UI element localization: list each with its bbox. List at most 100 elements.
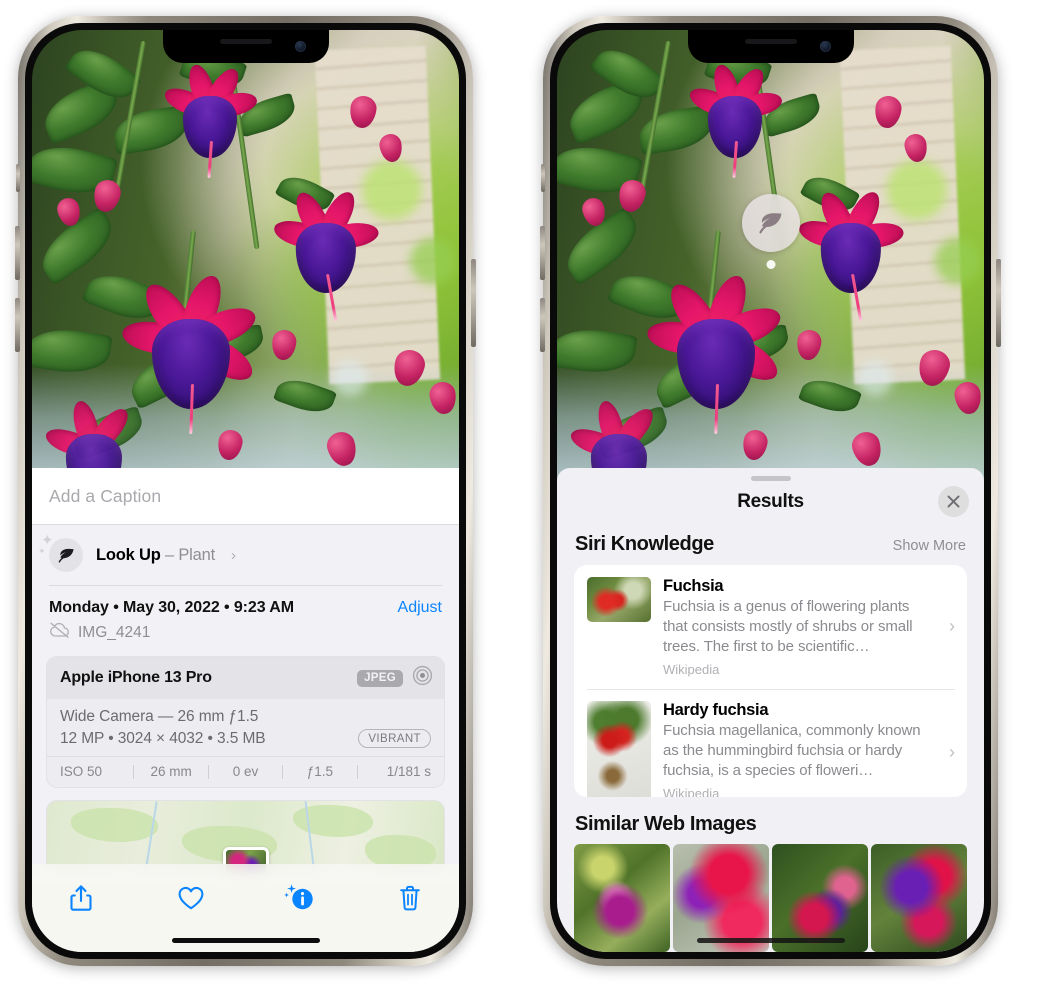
camera-card-header: Apple iPhone 13 Pro JPEG <box>47 657 444 699</box>
leaf-icon: ✦ ✦ <box>38 533 83 572</box>
right-phone-device: Results Siri Knowledge Show More Fuchsia… <box>540 16 1001 966</box>
knowledge-thumbnail <box>587 576 651 622</box>
siri-knowledge-header: Siri Knowledge Show More <box>557 523 984 565</box>
camera-model: Apple iPhone 13 Pro <box>60 669 212 686</box>
knowledge-card[interactable]: Hardy fuchsia Fuchsia magellanica, commo… <box>574 688 967 797</box>
volume-down-button[interactable] <box>540 298 545 352</box>
exif-aperture: ƒ1.5 <box>306 764 334 779</box>
home-indicator[interactable] <box>696 938 845 943</box>
knowledge-thumbnail <box>587 700 651 797</box>
knowledge-description: Fuchsia magellanica, commonly known as t… <box>663 721 921 779</box>
adjust-button[interactable]: Adjust <box>398 599 442 617</box>
knowledge-card-body: Fuchsia Fuchsia is a genus of flowering … <box>663 577 937 677</box>
fuchsia-flower <box>268 168 384 322</box>
delete-button[interactable] <box>387 878 433 918</box>
knowledge-card[interactable]: Fuchsia Fuchsia is a genus of flowering … <box>574 565 967 689</box>
similar-web-images-row[interactable] <box>557 840 984 952</box>
volume-up-button[interactable] <box>540 226 545 280</box>
right-phone-bezel: Results Siri Knowledge Show More Fuchsia… <box>550 23 991 959</box>
photo-viewer[interactable] <box>557 30 984 482</box>
exif-exposure-value: 0 ev <box>232 764 259 779</box>
cloud-slash-icon <box>49 622 70 643</box>
exif-iso: ISO 50 <box>60 764 103 779</box>
power-button[interactable] <box>471 259 476 347</box>
knowledge-source: Wikipedia <box>663 785 720 797</box>
notch <box>687 30 854 63</box>
map-green-area <box>70 808 159 842</box>
bokeh <box>935 238 981 284</box>
show-more-button[interactable]: Show More <box>893 538 966 554</box>
share-button[interactable] <box>58 878 104 918</box>
filename-row: IMG_4241 <box>32 619 459 656</box>
look-up-label: Look Up – Plant <box>96 546 215 565</box>
photo-filename: IMG_4241 <box>78 623 151 641</box>
bokeh <box>410 238 456 284</box>
look-up-action: Look Up <box>96 545 161 564</box>
image-size-info: 12 MP • 3024 × 4032 • 3.5 MB <box>60 729 266 747</box>
photo-viewer[interactable] <box>32 30 459 482</box>
exif-focal-length: 26 mm <box>150 764 192 779</box>
fuchsia-flower <box>40 382 148 482</box>
fuchsia-flower <box>641 248 791 435</box>
look-up-separator: – <box>160 545 179 564</box>
info-button[interactable] <box>277 878 323 918</box>
web-image-thumbnail[interactable] <box>574 844 670 952</box>
knowledge-card-body: Hardy fuchsia Fuchsia magellanica, commo… <box>663 701 937 797</box>
close-icon[interactable] <box>938 485 969 517</box>
chevron-right-icon: › <box>230 546 236 564</box>
earpiece-speaker <box>744 39 797 44</box>
results-sheet: Results Siri Knowledge Show More Fuchsia… <box>557 468 984 952</box>
format-badge: JPEG <box>357 669 403 687</box>
look-up-row[interactable]: ✦ ✦ Look Up – Plant › <box>32 525 459 586</box>
knowledge-title: Fuchsia <box>663 576 724 595</box>
right-phone-screen: Results Siri Knowledge Show More Fuchsia… <box>557 30 984 952</box>
photographic-style-badge: VIBRANT <box>358 729 431 748</box>
front-camera-icon <box>294 41 306 52</box>
silent-switch[interactable] <box>16 164 20 192</box>
home-indicator[interactable] <box>171 938 320 943</box>
knowledge-description: Fuchsia is a genus of flowering plants t… <box>663 597 913 655</box>
results-title: Results <box>737 490 804 512</box>
lens-info: Wide Camera — 26 mm ƒ1.5 <box>60 708 259 725</box>
exif-row: ISO 50 26 mm 0 ev ƒ1.5 1/181 s <box>47 756 444 787</box>
sparkle-icon: ✦ <box>38 546 46 556</box>
siri-knowledge-cards: Fuchsia Fuchsia is a genus of flowering … <box>574 564 967 797</box>
power-button[interactable] <box>996 259 1001 347</box>
notch <box>162 30 329 63</box>
screenshot-stage: Add a Caption ✦ ✦ Look Up – Plant › Mond… <box>0 0 1055 985</box>
look-up-marker-dot <box>766 260 775 269</box>
camera-card-body: Wide Camera — 26 mm ƒ1.5 12 MP • 3024 × … <box>47 699 444 756</box>
caption-input-row[interactable]: Add a Caption <box>32 468 459 525</box>
caption-input[interactable]: Add a Caption <box>49 486 161 507</box>
front-camera-icon <box>819 41 831 52</box>
similar-web-images-header: Similar Web Images <box>557 797 984 840</box>
silent-switch[interactable] <box>541 164 545 192</box>
look-up-subject: Plant <box>178 545 215 564</box>
camera-info-card[interactable]: Apple iPhone 13 Pro JPEG Wide Camera — 2… <box>46 656 445 788</box>
web-image-thumbnail[interactable] <box>871 844 967 952</box>
knowledge-source: Wikipedia <box>663 661 720 677</box>
volume-down-button[interactable] <box>15 298 20 352</box>
favorite-button[interactable] <box>168 878 214 918</box>
exif-shutter-speed: 1/181 s <box>386 764 432 779</box>
web-image-thumbnail[interactable] <box>673 844 769 952</box>
web-image-thumbnail[interactable] <box>772 844 868 952</box>
left-phone-device: Add a Caption ✦ ✦ Look Up – Plant › Mond… <box>15 16 476 966</box>
look-up-marker-button[interactable] <box>741 194 800 252</box>
photo-date: Monday • May 30, 2022 • 9:23 AM <box>49 599 294 616</box>
volume-up-button[interactable] <box>15 226 20 280</box>
chevron-right-icon: › <box>949 616 955 637</box>
size-row: 12 MP • 3024 × 4032 • 3.5 MB VIBRANT <box>60 729 431 748</box>
bokeh <box>332 360 368 396</box>
bokeh <box>857 360 893 396</box>
earpiece-speaker <box>219 39 272 44</box>
left-phone-bezel: Add a Caption ✦ ✦ Look Up – Plant › Mond… <box>25 23 466 959</box>
fuchsia-flower <box>116 248 266 435</box>
aperture-icon <box>412 665 433 691</box>
fuchsia-flower <box>793 168 909 322</box>
left-phone-screen: Add a Caption ✦ ✦ Look Up – Plant › Mond… <box>32 30 459 952</box>
similar-web-images-title: Similar Web Images <box>575 813 757 835</box>
chevron-right-icon: › <box>949 742 955 763</box>
camera-badges: JPEG <box>357 665 433 691</box>
results-header: Results <box>557 481 984 523</box>
